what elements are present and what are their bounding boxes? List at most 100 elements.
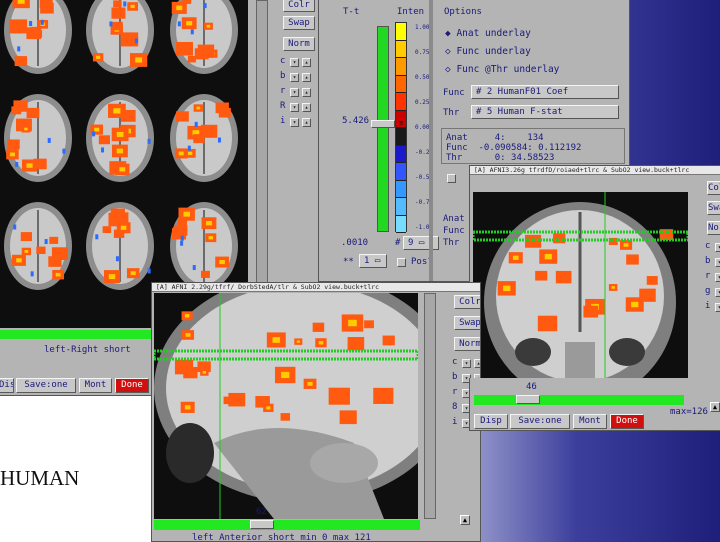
montage-colr-button[interactable]: Colr	[283, 0, 315, 12]
side-arrow-button-0-a[interactable]: ▾	[462, 359, 471, 368]
montage-norm-button[interactable]: Norm	[283, 37, 315, 51]
sagittal-norm-button[interactable]: Norm	[454, 337, 480, 351]
activation-peak	[206, 220, 212, 226]
axial-slice	[4, 94, 72, 182]
underlay-option-0[interactable]: ◆ Anat underlay	[445, 28, 531, 39]
montage-scrollbar[interactable]	[256, 0, 268, 328]
slide-caption: HUMAN	[0, 466, 80, 490]
side-arrow-button-0-b[interactable]: ▴	[474, 359, 480, 368]
side-arrow-button-0-b[interactable]: ▴	[302, 58, 311, 67]
neg-activation	[190, 29, 194, 35]
coronal-slider-knob[interactable]	[516, 395, 540, 404]
coronal-slice-slider[interactable]	[474, 395, 684, 405]
activation-blob	[183, 366, 198, 379]
sagittal-slider-value: 62	[256, 507, 267, 517]
sagittal-slice-slider[interactable]	[154, 520, 420, 530]
threshold-slider-knob[interactable]	[371, 120, 395, 128]
activation-peak	[631, 301, 639, 308]
power-label: **	[343, 257, 354, 267]
neg-activation	[192, 265, 196, 271]
colorbar-segment	[396, 215, 406, 233]
axial-slice	[170, 94, 238, 182]
activation-peak	[113, 108, 121, 114]
sagittal-brain-slice	[154, 293, 418, 519]
activation-blob	[9, 19, 28, 34]
neg-activation	[217, 137, 221, 143]
activation-peak	[135, 57, 143, 63]
activation-peak	[178, 151, 184, 156]
montage-done-button[interactable]: Done	[115, 378, 149, 393]
activation-peak	[184, 405, 191, 410]
activation-peak	[119, 167, 126, 172]
sagittal-scrollbar[interactable]	[424, 293, 436, 519]
activation-blob	[48, 256, 62, 267]
activation-peak	[176, 5, 183, 11]
side-arrow-button-2-a[interactable]: ▾	[290, 88, 299, 97]
activation-peak	[94, 127, 100, 132]
activation-blob	[535, 270, 548, 281]
activation-blob	[347, 337, 365, 351]
spin-count-selector[interactable]: 9 ▭	[403, 236, 439, 250]
underlay-option-label: Anat underlay	[456, 28, 531, 39]
sagittal-status-text: left Anterior short min 0 max 121	[192, 533, 371, 542]
thr-label: Thr	[443, 108, 460, 118]
activation-peak	[184, 314, 190, 318]
func-selector[interactable]: # 2 HumanF01 Coef	[471, 85, 619, 99]
activation-peak	[186, 20, 193, 26]
colorbar-segment	[396, 145, 406, 163]
montage-mont-button[interactable]: Mont	[79, 378, 112, 393]
radio-icon: ◇	[445, 46, 457, 57]
sagittal-window: [A] AFNI 2.29g/tfrf/ DorbStedA/tlr & Sub…	[151, 282, 481, 542]
sagittal-arrow-button[interactable]: ▲	[460, 515, 470, 525]
pos-checkbox[interactable]	[397, 258, 406, 267]
side-arrow-button-4-a[interactable]: ▾	[290, 118, 299, 127]
coronal-disp-button[interactable]: Disp	[474, 414, 508, 429]
montage-swap-button[interactable]: Swap	[283, 16, 315, 30]
side-arrow-button-0-a[interactable]: ▾	[290, 58, 299, 67]
activation-peak	[623, 243, 629, 247]
side-arrow-button-3-b[interactable]: ▴	[302, 103, 311, 112]
coronal-norm-button[interactable]: Norm	[707, 221, 720, 235]
coronal-swap-button[interactable]: Swap	[707, 201, 720, 215]
underlay-option-2[interactable]: ◇ Func @Thr underlay	[445, 64, 559, 75]
coronal-done-button[interactable]: Done	[610, 414, 644, 429]
side-letter-4: i	[280, 116, 286, 126]
activation-blob	[583, 305, 599, 318]
info-checkbox[interactable]	[447, 174, 456, 183]
thr-selector[interactable]: # 5 Human F-stat	[471, 105, 619, 119]
activation-peak	[272, 337, 281, 343]
activation-blob	[382, 335, 395, 346]
activation-peak	[183, 211, 190, 217]
side-arrow-button-3-a[interactable]: ▾	[290, 103, 299, 112]
axial-montage	[4, 0, 238, 290]
activation-blob	[26, 27, 42, 40]
side-arrow-button-4-b[interactable]: ▴	[302, 118, 311, 127]
sagittal-image[interactable]	[154, 293, 418, 519]
montage-image-pane[interactable]	[0, 0, 248, 328]
func-label: Func	[443, 88, 465, 98]
neg-activation	[109, 21, 113, 27]
threshold-slider-track[interactable]	[377, 26, 389, 232]
montage-save-button[interactable]: Save:one	[16, 378, 76, 393]
side-arrow-button-2-b[interactable]: ▴	[302, 88, 311, 97]
side-arrow-button-1-a[interactable]: ▾	[290, 73, 299, 82]
sagittal-colr-button[interactable]: Colr	[454, 295, 480, 309]
side-arrow-button-1-b[interactable]: ▴	[302, 73, 311, 82]
underlay-option-1[interactable]: ◇ Func underlay	[445, 46, 531, 57]
activation-blob	[626, 254, 639, 265]
coronal-arrow-button[interactable]: ▲	[710, 402, 720, 412]
axial-slice	[86, 0, 154, 74]
thresh-scale-value: .0010	[341, 238, 369, 248]
info-anat: Anat 4: 134	[446, 133, 544, 143]
panel-divider	[429, 0, 433, 281]
coronal-save-button[interactable]: Save:one	[510, 414, 570, 429]
coronal-mont-button[interactable]: Mont	[573, 414, 607, 429]
sagittal-slider-knob[interactable]	[250, 520, 274, 529]
power-selector[interactable]: 1 ▭	[359, 254, 387, 268]
coronal-colr-button[interactable]: Colr	[707, 181, 720, 195]
activation-peak	[24, 250, 29, 253]
montage-disp-button[interactable]: Disp	[0, 378, 14, 393]
activation-blob	[112, 21, 123, 31]
activation-peak	[208, 236, 213, 240]
sagittal-swap-button[interactable]: Swap	[454, 316, 480, 330]
